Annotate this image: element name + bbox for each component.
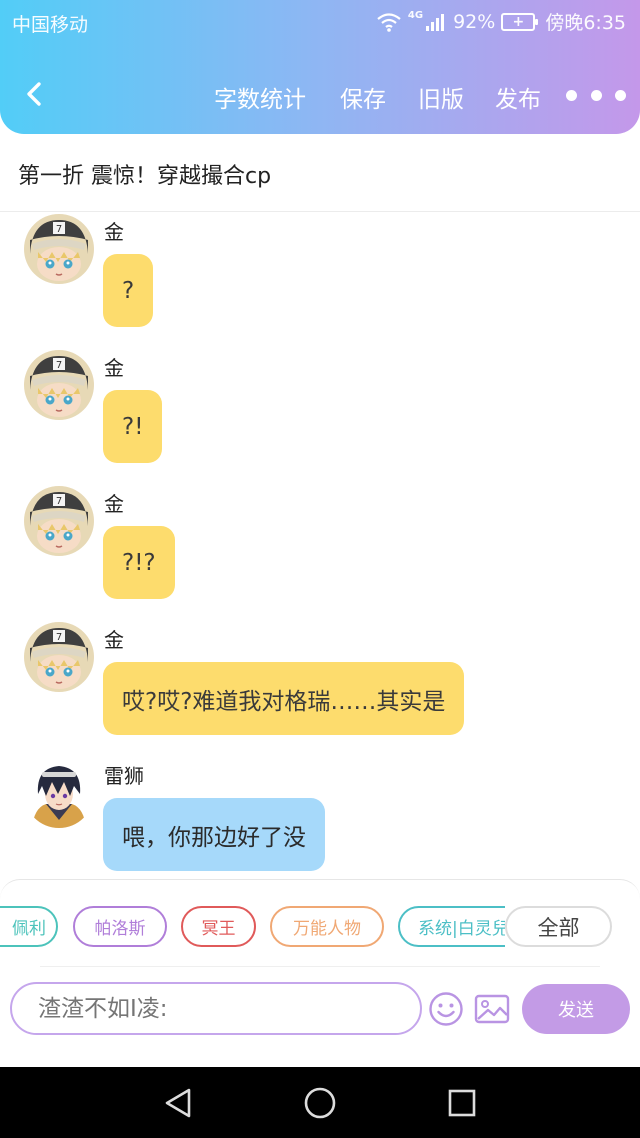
status-bar: 中国移动 4G 92% + 傍晚6:35	[0, 0, 640, 44]
send-button[interactable]: 发送	[522, 984, 630, 1034]
more-dot-icon	[615, 89, 626, 101]
message-bubble[interactable]: ?!?	[103, 526, 175, 599]
svg-text:7: 7	[56, 360, 62, 371]
back-button[interactable]	[16, 76, 52, 112]
character-chip-label: 系统|白灵兒	[418, 919, 505, 939]
sender-name: 金	[104, 356, 124, 380]
sender-name: 金	[104, 628, 124, 652]
character-chip-label: 佩利	[12, 919, 46, 939]
character-chip[interactable]: 佩利	[0, 906, 58, 947]
more-dot-icon	[590, 89, 602, 101]
character-chip[interactable]: 冥王	[181, 906, 256, 947]
sender-name: 金	[104, 492, 124, 516]
character-chip-label: 万能人物	[293, 919, 361, 939]
character-selector[interactable]: 佩利 帕洛斯 冥王 万能人物 系统|白灵兒	[0, 906, 505, 950]
more-options-button[interactable]	[566, 82, 626, 108]
chapter-title[interactable]: 第一折 震惊！穿越撮合cp	[18, 158, 271, 190]
status-indicators: 4G 92% + 傍晚6:35	[376, 8, 626, 35]
avatar-leishi[interactable]	[24, 758, 94, 828]
character-chip[interactable]: 系统|白灵兒	[398, 906, 505, 947]
system-nav-bar	[0, 1067, 640, 1138]
svg-text:7: 7	[56, 496, 62, 507]
clock: 傍晚6:35	[545, 12, 626, 34]
message-item: 7 金 哎?哎?难道我对格瑞……其实是	[0, 622, 640, 752]
circle-home-icon	[304, 1087, 336, 1119]
message-bubble[interactable]: 哎?哎?难道我对格瑞……其实是	[103, 662, 465, 735]
all-characters-button[interactable]: 全部	[505, 906, 612, 947]
word-count-button[interactable]: 字数统计	[214, 80, 306, 114]
character-chip-label: 帕洛斯	[94, 919, 146, 939]
save-button[interactable]: 保存	[340, 80, 386, 114]
message-input[interactable]	[10, 982, 422, 1035]
more-dot-icon	[566, 89, 577, 101]
nav-back-button[interactable]	[160, 1085, 196, 1121]
message-item: 7 金 ?!	[0, 350, 640, 480]
emoji-icon	[429, 992, 463, 1026]
chevron-left-icon	[27, 82, 41, 106]
message-bubble[interactable]: ?	[103, 254, 154, 327]
sender-name: 雷狮	[104, 764, 144, 788]
panel-divider	[40, 966, 600, 967]
triangle-back-icon	[165, 1088, 191, 1118]
message-list[interactable]: 7 金 ? 7 金 ?! 7 金 ?!? 7 金 哎?哎?难道我对格瑞……其实是…	[0, 212, 640, 880]
image-icon	[474, 994, 510, 1024]
square-recents-icon	[448, 1089, 476, 1117]
top-toolbar: 字数统计 保存 旧版 发布	[0, 70, 640, 122]
nav-recents-button[interactable]	[444, 1085, 480, 1121]
message-bubble[interactable]: ?!	[103, 390, 163, 463]
sender-name: 金	[104, 220, 124, 244]
image-button[interactable]	[473, 990, 511, 1028]
character-chip[interactable]: 万能人物	[270, 906, 384, 947]
avatar-jin[interactable]: 7	[24, 486, 94, 556]
message-bubble[interactable]: 喂，你那边好了没	[103, 798, 325, 871]
battery-percent: 92%	[453, 10, 496, 33]
svg-text:7: 7	[56, 224, 62, 235]
publish-button[interactable]: 发布	[495, 80, 541, 114]
avatar-jin[interactable]: 7	[24, 622, 94, 692]
composer-panel: 佩利 帕洛斯 冥王 万能人物 系统|白灵兒 全部 发送	[0, 879, 640, 1067]
avatar-jin[interactable]: 7	[24, 350, 94, 420]
battery-icon: +	[501, 12, 539, 31]
message-item: 7 金 ?	[0, 214, 640, 344]
wifi-icon	[377, 12, 401, 32]
message-item: 雷狮 喂，你那边好了没	[0, 758, 640, 880]
app-header: 中国移动 4G 92% + 傍晚6:35 字数统计 保存 旧版 发布	[0, 0, 640, 134]
network-type-label: 4G	[407, 10, 424, 21]
character-chip-label: 冥王	[201, 919, 236, 939]
avatar-jin[interactable]: 7	[24, 214, 94, 284]
nav-home-button[interactable]	[302, 1085, 338, 1121]
signal-icon	[426, 13, 445, 31]
message-item: 7 金 ?!?	[0, 486, 640, 616]
svg-text:7: 7	[56, 632, 62, 643]
character-chip[interactable]: 帕洛斯	[73, 906, 167, 947]
emoji-button[interactable]	[427, 990, 465, 1028]
old-version-button[interactable]: 旧版	[418, 80, 464, 114]
carrier-label: 中国移动	[12, 14, 89, 36]
